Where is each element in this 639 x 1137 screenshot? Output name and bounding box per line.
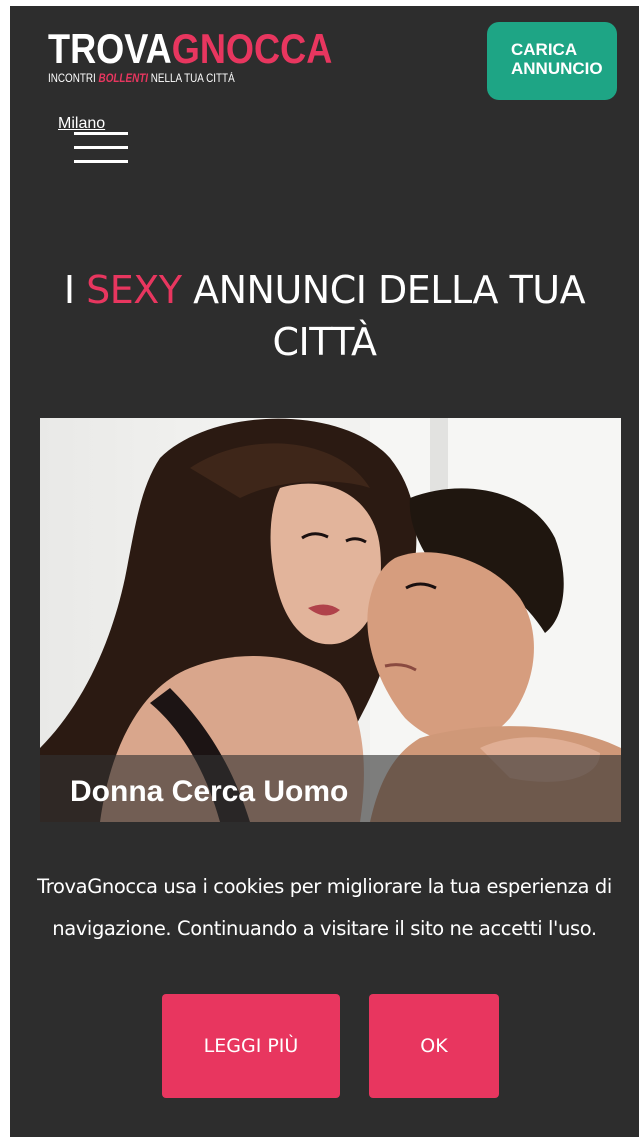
logo-word-gnocca: GNOCCA: [171, 25, 333, 72]
menu-bar-bottom: [74, 160, 128, 163]
menu-bar-middle: [74, 146, 128, 149]
cookie-notice-text: TrovaGnocca usa i cookies per migliorare…: [37, 875, 612, 940]
page: TROVAGNOCCA INCONTRI BOLLENTI NELLA TUA …: [10, 6, 639, 1137]
upload-ad-label-line1: CARICA: [511, 40, 578, 59]
tagline-end: NELLA TUA CITTÀ: [148, 73, 235, 85]
tagline-highlight: BOLLENTI: [98, 73, 149, 85]
hamburger-menu-icon[interactable]: [74, 132, 128, 166]
hero-caption: Donna Cerca Uomo: [70, 775, 349, 808]
headline-highlight: SEXY: [86, 268, 182, 312]
city-selector-link[interactable]: Milano: [58, 114, 105, 134]
logo-tagline: INCONTRI BOLLENTI NELLA TUA CITTÀ: [48, 72, 332, 86]
site-logo[interactable]: TROVAGNOCCA INCONTRI BOLLENTI NELLA TUA …: [48, 28, 379, 86]
logo-word-trova: TROVA: [48, 25, 172, 72]
tagline-start: INCONTRI: [48, 73, 99, 85]
logo-wordmark: TROVAGNOCCA: [48, 28, 332, 70]
headline-end: ANNUNCI DELLA TUA CITTÀ: [181, 268, 586, 364]
cookie-read-more-button[interactable]: LEGGI PIÙ: [162, 994, 340, 1098]
menu-bar-top: [74, 132, 128, 135]
upload-ad-label-line2: ANNUNCIO: [511, 59, 603, 78]
hero-category-card[interactable]: Donna Cerca Uomo: [40, 418, 621, 822]
upload-ad-button[interactable]: CARICA ANNUNCIO: [487, 22, 617, 100]
cookie-ok-button[interactable]: OK: [369, 994, 499, 1098]
page-headline: I SEXY ANNUNCI DELLA TUA CITTÀ: [10, 264, 639, 368]
headline-start: I: [63, 268, 87, 312]
